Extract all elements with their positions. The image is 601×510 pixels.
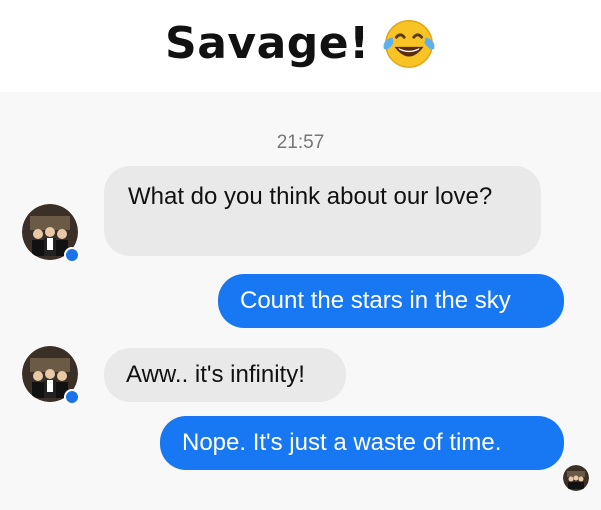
incoming-message[interactable]: Aww.. it's infinity! — [104, 348, 346, 402]
outgoing-message[interactable]: Nope. It's just a waste of time. — [160, 416, 564, 470]
seen-receipt-avatar — [563, 465, 589, 491]
meme-header: Savage! — [0, 0, 601, 92]
meme-title: Savage! — [165, 17, 370, 69]
incoming-message[interactable]: What do you think about our love? — [104, 166, 541, 256]
message-timestamp: 21:57 — [276, 132, 325, 153]
messenger-badge-icon — [64, 247, 80, 263]
outgoing-message[interactable]: Count the stars in the sky — [218, 274, 564, 328]
face-with-tears-of-joy-icon — [383, 20, 435, 68]
messenger-badge-icon — [64, 389, 80, 405]
chat-area: 21:57 What do you think about our love? … — [0, 92, 601, 510]
title-wrap: Savage! — [165, 14, 438, 72]
